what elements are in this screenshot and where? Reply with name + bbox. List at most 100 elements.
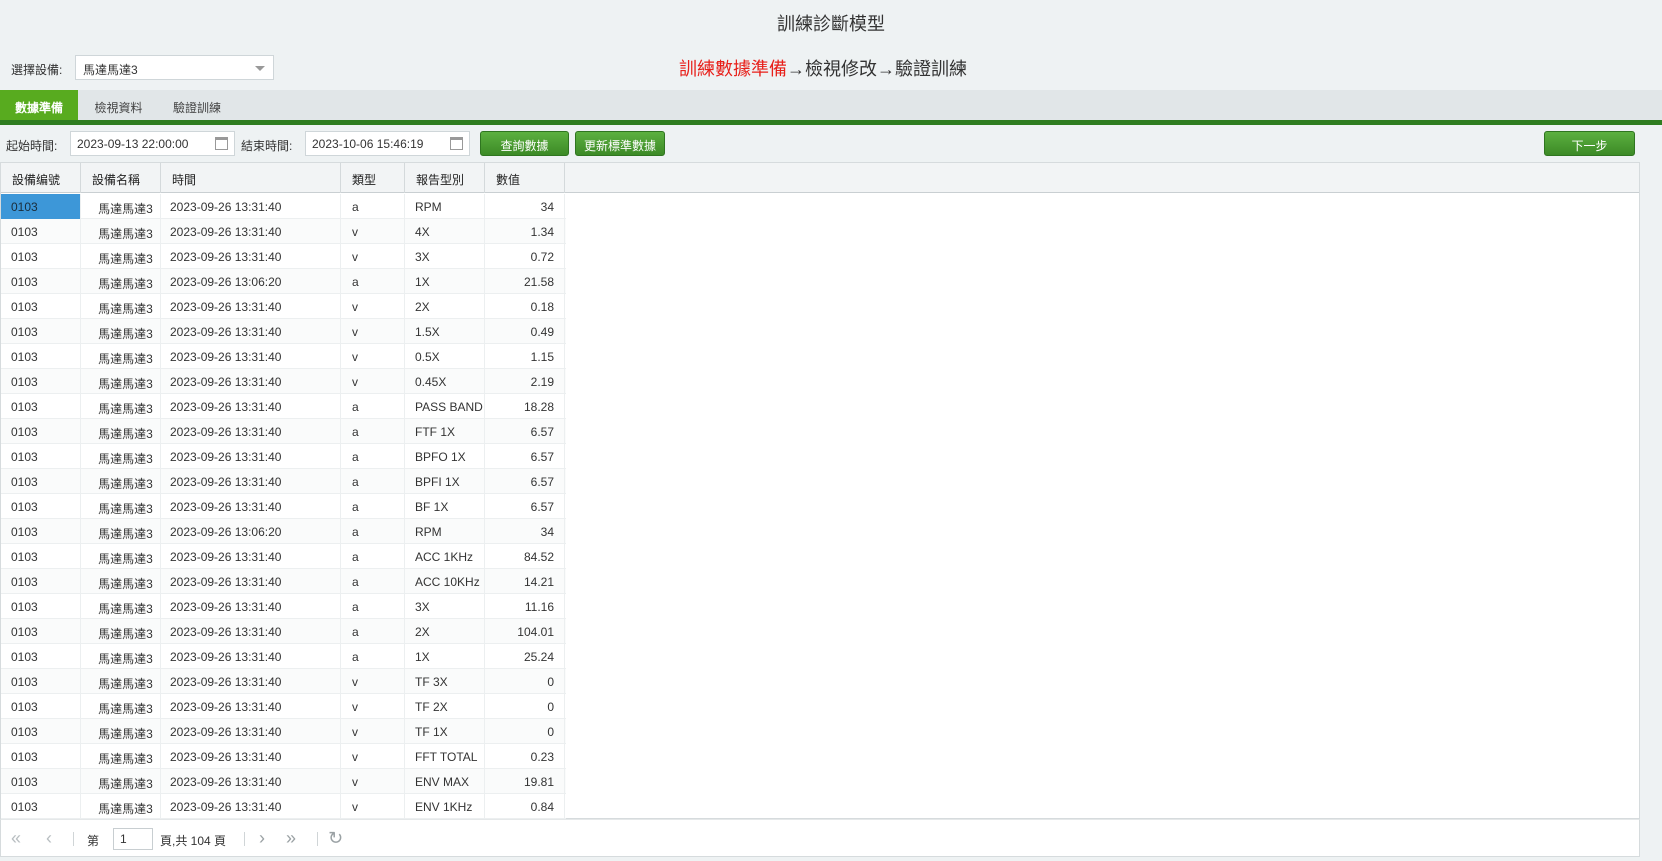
cell-type[interactable]: v xyxy=(341,369,405,394)
cell-type[interactable]: a xyxy=(341,469,405,494)
cell-type[interactable]: v xyxy=(341,794,405,819)
table-row[interactable]: 0103 馬達馬達3 2023-09-26 13:31:40 v TF 1X 0 xyxy=(1,719,566,744)
cell-time[interactable]: 2023-09-26 13:31:40 xyxy=(161,444,341,469)
cell-report-type[interactable]: FTF 1X xyxy=(405,419,485,444)
cell-device-name[interactable]: 馬達馬達3 xyxy=(81,494,161,519)
cell-device-id[interactable]: 0103 xyxy=(1,244,81,269)
chevron-right-icon[interactable]: › xyxy=(259,828,265,849)
cell-value[interactable]: 0.49 xyxy=(485,319,565,344)
cell-device-id[interactable]: 0103 xyxy=(1,369,81,394)
cell-report-type[interactable]: RPM xyxy=(405,194,485,219)
table-row[interactable]: 0103 馬達馬達3 2023-09-26 13:31:40 a BPFO 1X 6.57 xyxy=(1,444,566,469)
cell-type[interactable]: v xyxy=(341,769,405,794)
cell-type[interactable]: a xyxy=(341,594,405,619)
cell-value[interactable]: 34 xyxy=(485,194,565,219)
cell-type[interactable]: v xyxy=(341,244,405,269)
cell-report-type[interactable]: ENV 1KHz xyxy=(405,794,485,819)
tab-verify-train[interactable]: 驗證訓練 xyxy=(158,90,236,120)
cell-device-id[interactable]: 0103 xyxy=(1,319,81,344)
cell-report-type[interactable]: 2X xyxy=(405,294,485,319)
tab-data-prep[interactable]: 數據準備 xyxy=(0,90,78,120)
cell-value[interactable]: 1.15 xyxy=(485,344,565,369)
refresh-icon[interactable]: ↻ xyxy=(328,828,343,849)
query-data-button[interactable]: 查詢數據 xyxy=(480,131,569,156)
cell-time[interactable]: 2023-09-26 13:31:40 xyxy=(161,494,341,519)
table-row[interactable]: 0103 馬達馬達3 2023-09-26 13:31:40 a 3X 11.16 xyxy=(1,594,566,619)
column-header[interactable]: 設備编號 xyxy=(1,163,81,193)
table-row[interactable]: 0103 馬達馬達3 2023-09-26 13:31:40 a 2X 104.01 xyxy=(1,619,566,644)
cell-time[interactable]: 2023-09-26 13:31:40 xyxy=(161,244,341,269)
cell-report-type[interactable]: ENV MAX xyxy=(405,769,485,794)
chevron-left-icon[interactable]: ‹ xyxy=(46,828,52,849)
cell-time[interactable]: 2023-09-26 13:31:40 xyxy=(161,769,341,794)
tab-view-data[interactable]: 檢視資料 xyxy=(80,90,157,120)
cell-report-type[interactable]: TF 2X xyxy=(405,694,485,719)
column-header[interactable]: 設備名稱 xyxy=(81,163,161,193)
next-step-button[interactable]: 下一步 xyxy=(1544,131,1635,156)
cell-value[interactable]: 2.19 xyxy=(485,369,565,394)
table-row[interactable]: 0103 馬達馬達3 2023-09-26 13:31:40 a FTF 1X 6.57 xyxy=(1,419,566,444)
column-header[interactable]: 數值 xyxy=(485,163,565,193)
cell-value[interactable]: 0 xyxy=(485,669,565,694)
cell-time[interactable]: 2023-09-26 13:31:40 xyxy=(161,319,341,344)
cell-type[interactable]: a xyxy=(341,569,405,594)
cell-value[interactable]: 18.28 xyxy=(485,394,565,419)
cell-value[interactable]: 0 xyxy=(485,719,565,744)
cell-device-name[interactable]: 馬達馬達3 xyxy=(81,544,161,569)
cell-type[interactable]: a xyxy=(341,269,405,294)
cell-type[interactable]: a xyxy=(341,619,405,644)
cell-type[interactable]: v xyxy=(341,319,405,344)
cell-device-id[interactable]: 0103 xyxy=(1,619,81,644)
cell-device-name[interactable]: 馬達馬達3 xyxy=(81,194,161,219)
table-row[interactable]: 0103 馬達馬達3 2023-09-26 13:31:40 v 0.5X 1.15 xyxy=(1,344,566,369)
cell-time[interactable]: 2023-09-26 13:06:20 xyxy=(161,269,341,294)
cell-value[interactable]: 0.23 xyxy=(485,744,565,769)
calendar-icon[interactable] xyxy=(215,137,228,150)
cell-device-name[interactable]: 馬達馬達3 xyxy=(81,294,161,319)
cell-report-type[interactable]: 3X xyxy=(405,244,485,269)
cell-type[interactable]: v xyxy=(341,344,405,369)
table-row[interactable]: 0103 馬達馬達3 2023-09-26 13:31:40 v FFT TOTAL 0.… xyxy=(1,744,566,769)
cell-type[interactable]: a xyxy=(341,194,405,219)
cell-device-id[interactable]: 0103 xyxy=(1,694,81,719)
cell-report-type[interactable]: BF 1X xyxy=(405,494,485,519)
cell-type[interactable]: a xyxy=(341,644,405,669)
cell-report-type[interactable]: 0.45X xyxy=(405,369,485,394)
cell-device-id[interactable]: 0103 xyxy=(1,394,81,419)
column-header[interactable]: 類型 xyxy=(341,163,405,193)
cell-time[interactable]: 2023-09-26 13:31:40 xyxy=(161,669,341,694)
cell-value[interactable]: 11.16 xyxy=(485,594,565,619)
start-time-input[interactable]: 2023-09-13 22:00:00 xyxy=(70,131,235,156)
cell-time[interactable]: 2023-09-26 13:31:40 xyxy=(161,644,341,669)
cell-device-id[interactable]: 0103 xyxy=(1,294,81,319)
cell-time[interactable]: 2023-09-26 13:31:40 xyxy=(161,744,341,769)
cell-value[interactable]: 6.57 xyxy=(485,419,565,444)
cell-device-name[interactable]: 馬達馬達3 xyxy=(81,244,161,269)
cell-device-id[interactable]: 0103 xyxy=(1,644,81,669)
table-row[interactable]: 0103 馬達馬達3 2023-09-26 13:31:40 a RPM 34 xyxy=(1,194,566,219)
cell-report-type[interactable]: BPFO 1X xyxy=(405,444,485,469)
cell-type[interactable]: a xyxy=(341,394,405,419)
cell-report-type[interactable]: FFT TOTAL xyxy=(405,744,485,769)
cell-type[interactable]: v xyxy=(341,219,405,244)
table-row[interactable]: 0103 馬達馬達3 2023-09-26 13:06:20 a RPM 34 xyxy=(1,519,566,544)
cell-report-type[interactable]: 3X xyxy=(405,594,485,619)
cell-report-type[interactable]: ACC 1KHz xyxy=(405,544,485,569)
cell-report-type[interactable]: 1.5X xyxy=(405,319,485,344)
cell-value[interactable]: 84.52 xyxy=(485,544,565,569)
table-row[interactable]: 0103 馬達馬達3 2023-09-26 13:31:40 v ENV MAX 19.8… xyxy=(1,769,566,794)
cell-type[interactable]: v xyxy=(341,694,405,719)
cell-value[interactable]: 0 xyxy=(485,694,565,719)
table-row[interactable]: 0103 馬達馬達3 2023-09-26 13:31:40 v 1.5X 0.49 xyxy=(1,319,566,344)
cell-time[interactable]: 2023-09-26 13:31:40 xyxy=(161,294,341,319)
cell-time[interactable]: 2023-09-26 13:31:40 xyxy=(161,719,341,744)
cell-device-id[interactable]: 0103 xyxy=(1,719,81,744)
cell-type[interactable]: a xyxy=(341,419,405,444)
cell-time[interactable]: 2023-09-26 13:31:40 xyxy=(161,569,341,594)
cell-device-id[interactable]: 0103 xyxy=(1,744,81,769)
cell-value[interactable]: 104.01 xyxy=(485,619,565,644)
cell-device-id[interactable]: 0103 xyxy=(1,269,81,294)
cell-value[interactable]: 6.57 xyxy=(485,469,565,494)
table-row[interactable]: 0103 馬達馬達3 2023-09-26 13:31:40 a PASS BAND 18… xyxy=(1,394,566,419)
table-row[interactable]: 0103 馬達馬達3 2023-09-26 13:31:40 a ACC 10KHz 14… xyxy=(1,569,566,594)
